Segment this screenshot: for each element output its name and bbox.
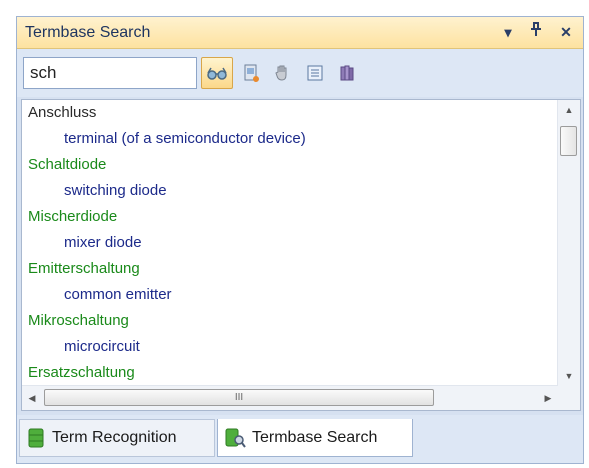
panel-title: Termbase Search (25, 24, 151, 41)
tab-label: Termbase Search (252, 428, 378, 446)
toolbar (17, 49, 583, 97)
dropdown-icon[interactable]: ▾ (497, 21, 519, 43)
result-source-term[interactable]: Mikroschaltung (22, 308, 558, 334)
tab-label: Term Recognition (52, 429, 177, 446)
vertical-scrollbar[interactable]: ▲ ▼ (557, 100, 580, 386)
termbase-search-icon (225, 428, 246, 448)
horizontal-scrollbar[interactable]: ◀ III ▶ (22, 385, 558, 410)
result-target-term[interactable]: mixer diode (22, 230, 580, 256)
scroll-right-icon[interactable]: ▶ (538, 386, 558, 410)
new-entry-button[interactable] (235, 57, 267, 89)
result-source-term[interactable]: Schaltdiode (22, 152, 558, 178)
result-target-term[interactable]: switching diode (22, 178, 580, 204)
results-list[interactable]: Anschluss terminal (of a semiconductor d… (21, 99, 581, 411)
close-icon[interactable]: ✕ (555, 21, 577, 43)
result-source-term[interactable]: Emitterschaltung (22, 256, 558, 282)
panel-titlebar: Termbase Search ▾ ✕ (17, 17, 583, 49)
eye-glasses-icon (207, 67, 227, 80)
search-input[interactable] (23, 57, 197, 89)
view-entry-button[interactable] (299, 57, 331, 89)
list-icon (307, 65, 323, 81)
scroll-left-icon[interactable]: ◀ (22, 386, 42, 410)
result-target-term[interactable]: common emitter (22, 282, 580, 308)
result-source-term[interactable]: Ersatzschaltung (22, 360, 558, 386)
vertical-scroll-thumb[interactable] (560, 126, 577, 156)
search-settings-button[interactable] (201, 57, 233, 89)
document-icon (244, 64, 259, 82)
scroll-up-icon[interactable]: ▲ (558, 100, 580, 120)
hand-icon (275, 65, 287, 81)
result-target-term[interactable]: terminal (of a semiconductor device) (22, 126, 580, 152)
scrollbar-corner (558, 386, 580, 410)
scroll-down-icon[interactable]: ▼ (558, 366, 580, 386)
edit-entry-button[interactable] (267, 57, 299, 89)
termbase-search-panel: Termbase Search ▾ ✕ sch Anschluss termin… (16, 16, 584, 464)
pin-icon[interactable] (525, 21, 547, 43)
result-source-term[interactable]: Mischerdiode (22, 204, 558, 230)
horizontal-scroll-thumb[interactable]: III (44, 389, 434, 406)
termbase-button[interactable] (331, 57, 363, 89)
database-icon (340, 65, 354, 81)
result-source-term[interactable]: Anschluss (22, 100, 558, 126)
tab-bar: Term Recognition Termbase Search (17, 415, 583, 463)
tab-termbase-search[interactable]: Termbase Search (217, 419, 413, 457)
tab-term-recognition[interactable]: Term Recognition (19, 419, 215, 457)
termbase-icon (28, 428, 44, 448)
result-target-term[interactable]: microcircuit (22, 334, 580, 360)
